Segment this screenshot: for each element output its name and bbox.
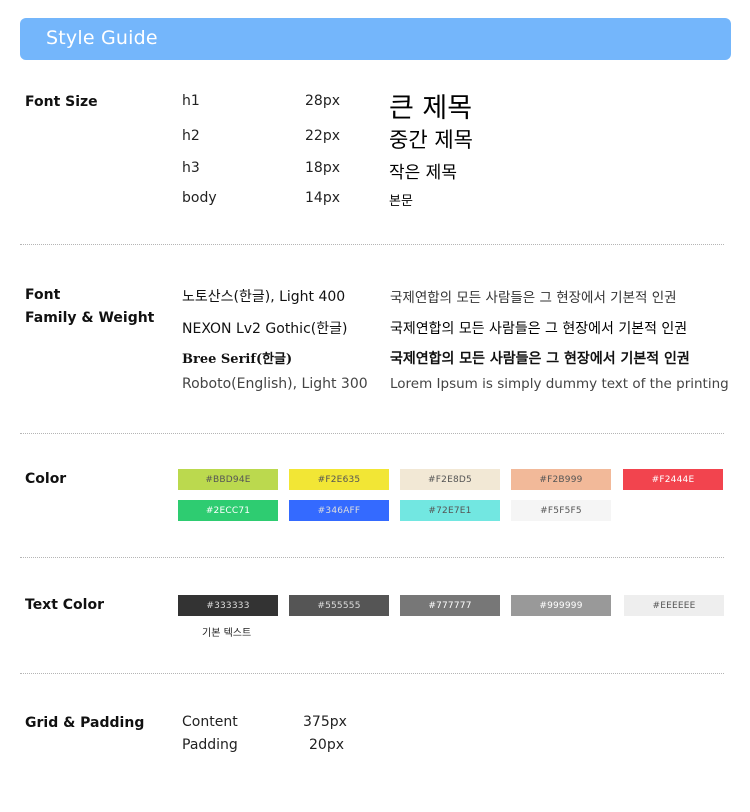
swatch-label: #F2E635: [317, 474, 361, 485]
font-family-sample: 국제연합의 모든 사람들은 그 현장에서 기본적 인권: [390, 290, 677, 306]
swatch-label: #777777: [428, 600, 472, 611]
section-divider: [20, 673, 724, 674]
swatch-label: #F2B999: [539, 474, 583, 485]
font-family-label: Font Family & Weight: [25, 284, 154, 330]
font-family-sample: 국제연합의 모든 사람들은 그 현장에서 기본적 인권: [390, 351, 690, 367]
color-swatch: #72E7E1: [400, 500, 500, 521]
text-color-swatch: #333333: [178, 595, 278, 616]
section-divider: [20, 244, 724, 245]
swatch-label: #555555: [317, 600, 361, 611]
color-swatch: #F2E635: [289, 469, 389, 490]
color-label: Color: [25, 471, 67, 487]
font-size-tag: h2: [182, 128, 200, 144]
section-divider: [20, 433, 724, 434]
swatch-label: #F2444E: [651, 474, 695, 485]
text-color-swatch: #EEEEEE: [624, 595, 724, 616]
font-family-name: 노토산스(한글), Light 400: [182, 289, 346, 305]
font-family-sample: 국제연합의 모든 사람들은 그 현장에서 기본적 인권: [390, 321, 688, 337]
swatch-label: #F5F5F5: [540, 505, 582, 516]
color-swatch: #F2E8D5: [400, 469, 500, 490]
color-swatch: #F5F5F5: [511, 500, 611, 521]
font-size-value: 14px: [305, 190, 340, 206]
font-size-value: 28px: [305, 93, 340, 109]
color-swatch: #BBD94E: [178, 469, 278, 490]
color-swatch: #346AFF: [289, 500, 389, 521]
swatch-label: #2ECC71: [205, 505, 251, 516]
swatch-label: #F2E8D5: [428, 474, 472, 485]
swatch-label: #BBD94E: [205, 474, 251, 485]
font-family-label-line1: Font: [25, 287, 61, 303]
font-family-name: NEXON Lv2 Gothic(한글): [182, 321, 348, 337]
color-swatch: #F2B999: [511, 469, 611, 490]
font-size-tag: body: [182, 190, 217, 206]
grid-padding-value: 20px: [309, 737, 344, 753]
style-guide-header: Style Guide: [20, 18, 731, 60]
font-size-value: 22px: [305, 128, 340, 144]
font-size-sample: 본문: [389, 194, 413, 209]
font-size-tag: h1: [182, 93, 200, 109]
swatch-label: #EEEEEE: [652, 600, 696, 611]
text-color-swatch: #777777: [400, 595, 500, 616]
color-swatch: #F2444E: [623, 469, 723, 490]
font-size-sample: 큰 제목: [389, 93, 473, 124]
font-size-sample: 작은 제목: [389, 163, 457, 183]
grid-padding-label: Grid & Padding: [25, 715, 145, 731]
font-family-sample: Lorem Ipsum is simply dummy text of the …: [390, 376, 729, 392]
color-swatch: #2ECC71: [178, 500, 278, 521]
page-title: Style Guide: [46, 27, 158, 49]
font-size-value: 18px: [305, 160, 340, 176]
section-divider: [20, 557, 724, 558]
swatch-label: #72E7E1: [428, 505, 472, 516]
swatch-label: #346AFF: [317, 505, 361, 516]
text-color-caption: 기본 텍스트: [202, 628, 252, 639]
font-size-sample: 중간 제목: [389, 128, 473, 152]
font-size-tag: h3: [182, 160, 200, 176]
text-color-swatch: #555555: [289, 595, 389, 616]
font-family-label-line2: Family & Weight: [25, 310, 155, 326]
text-color-swatch: #999999: [511, 595, 611, 616]
font-family-name: Bree Serif(한글): [182, 352, 293, 367]
text-color-label: Text Color: [25, 597, 104, 613]
grid-padding-row-label: Padding: [182, 737, 238, 753]
swatch-label: #333333: [206, 600, 250, 611]
grid-content-value: 375px: [303, 714, 347, 730]
swatch-label: #999999: [539, 600, 583, 611]
font-family-name: Roboto(English), Light 300: [182, 376, 368, 392]
grid-content-label: Content: [182, 714, 238, 730]
font-size-label: Font Size: [25, 94, 98, 110]
